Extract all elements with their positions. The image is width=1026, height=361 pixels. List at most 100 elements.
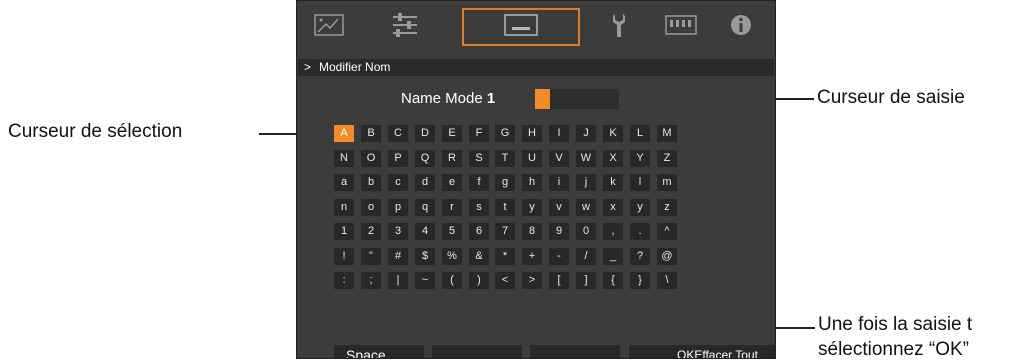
key-6-2[interactable]: | — [388, 272, 408, 289]
key-0-11[interactable]: L — [630, 125, 650, 142]
tab-picture[interactable] — [307, 8, 351, 46]
key-6-1[interactable]: ; — [361, 272, 381, 289]
key-4-7[interactable]: 8 — [522, 223, 542, 240]
key-2-10[interactable]: k — [603, 174, 623, 191]
key-2-5[interactable]: f — [469, 174, 489, 191]
key-3-3[interactable]: q — [415, 199, 435, 216]
key-5-7[interactable]: + — [522, 248, 542, 265]
key-6-3[interactable]: ~ — [415, 272, 435, 289]
key-5-12[interactable]: @ — [657, 248, 677, 265]
key-5-1[interactable]: " — [361, 248, 381, 265]
key-0-5[interactable]: F — [469, 125, 489, 142]
key-0-6[interactable]: G — [495, 125, 515, 142]
key-5-2[interactable]: # — [388, 248, 408, 265]
key-0-10[interactable]: K — [603, 125, 623, 142]
key-0-7[interactable]: H — [522, 125, 542, 142]
key-6-12[interactable]: \ — [657, 272, 677, 289]
key-2-8[interactable]: i — [549, 174, 569, 191]
key-0-12[interactable]: M — [657, 125, 677, 142]
key-4-10[interactable]: , — [603, 223, 623, 240]
tab-installation[interactable] — [602, 8, 636, 46]
key-1-0[interactable]: N — [334, 150, 354, 167]
key-2-12[interactable]: m — [657, 174, 677, 191]
key-5-8[interactable]: - — [549, 248, 569, 265]
key-0-3[interactable]: D — [415, 125, 435, 142]
key-6-6[interactable]: < — [495, 272, 515, 289]
key-1-2[interactable]: P — [388, 150, 408, 167]
key-3-1[interactable]: o — [361, 199, 381, 216]
key-5-4[interactable]: % — [442, 248, 462, 265]
key-1-9[interactable]: W — [576, 150, 596, 167]
key-2-0[interactable]: a — [334, 174, 354, 191]
key-2-11[interactable]: l — [630, 174, 650, 191]
key-2-9[interactable]: j — [576, 174, 596, 191]
key-5-5[interactable]: & — [469, 248, 489, 265]
blank-key-2[interactable] — [530, 345, 620, 358]
key-1-12[interactable]: Z — [657, 150, 677, 167]
key-3-11[interactable]: y — [630, 199, 650, 216]
key-1-10[interactable]: X — [603, 150, 623, 167]
key-2-4[interactable]: e — [442, 174, 462, 191]
key-1-11[interactable]: Y — [630, 150, 650, 167]
key-4-2[interactable]: 3 — [388, 223, 408, 240]
key-3-12[interactable]: z — [657, 199, 677, 216]
key-1-7[interactable]: U — [522, 150, 542, 167]
key-6-7[interactable]: > — [522, 272, 542, 289]
key-0-4[interactable]: E — [442, 125, 462, 142]
space-key[interactable]: Space — [334, 345, 424, 358]
key-5-10[interactable]: _ — [603, 248, 623, 265]
key-6-8[interactable]: [ — [549, 272, 569, 289]
key-6-10[interactable]: { — [603, 272, 623, 289]
key-6-4[interactable]: ( — [442, 272, 462, 289]
name-input-field[interactable] — [535, 89, 619, 109]
key-5-9[interactable]: / — [576, 248, 596, 265]
key-1-4[interactable]: R — [442, 150, 462, 167]
key-2-3[interactable]: d — [415, 174, 435, 191]
key-3-10[interactable]: x — [603, 199, 623, 216]
key-3-9[interactable]: w — [576, 199, 596, 216]
key-3-7[interactable]: y — [522, 199, 542, 216]
tab-input-signal[interactable] — [462, 8, 580, 46]
key-6-11[interactable]: } — [630, 272, 650, 289]
key-4-3[interactable]: 4 — [415, 223, 435, 240]
key-1-5[interactable]: S — [469, 150, 489, 167]
blank-key-1[interactable] — [432, 345, 522, 358]
key-5-6[interactable]: * — [495, 248, 515, 265]
key-2-1[interactable]: b — [361, 174, 381, 191]
key-4-8[interactable]: 9 — [549, 223, 569, 240]
key-0-8[interactable]: I — [549, 125, 569, 142]
key-3-0[interactable]: n — [334, 199, 354, 216]
key-4-6[interactable]: 7 — [495, 223, 515, 240]
key-1-6[interactable]: T — [495, 150, 515, 167]
key-3-5[interactable]: s — [469, 199, 489, 216]
key-0-2[interactable]: C — [388, 125, 408, 142]
key-6-5[interactable]: ) — [469, 272, 489, 289]
tab-settings[interactable] — [383, 8, 427, 46]
tab-display[interactable] — [659, 8, 703, 46]
key-3-2[interactable]: p — [388, 199, 408, 216]
key-2-2[interactable]: c — [388, 174, 408, 191]
key-0-9[interactable]: J — [576, 125, 596, 142]
key-4-4[interactable]: 5 — [442, 223, 462, 240]
key-2-6[interactable]: g — [495, 174, 515, 191]
key-5-3[interactable]: $ — [415, 248, 435, 265]
key-3-6[interactable]: t — [495, 199, 515, 216]
key-3-4[interactable]: r — [442, 199, 462, 216]
key-4-12[interactable]: ^ — [657, 223, 677, 240]
key-4-5[interactable]: 6 — [469, 223, 489, 240]
key-6-0[interactable]: : — [334, 272, 354, 289]
key-0-1[interactable]: B — [361, 125, 381, 142]
key-6-9[interactable]: ] — [576, 272, 596, 289]
key-2-7[interactable]: h — [522, 174, 542, 191]
key-0-0[interactable]: A — [334, 125, 354, 142]
key-5-11[interactable]: ? — [630, 248, 650, 265]
key-1-1[interactable]: O — [361, 150, 381, 167]
key-3-8[interactable]: v — [549, 199, 569, 216]
key-4-1[interactable]: 2 — [361, 223, 381, 240]
key-4-0[interactable]: 1 — [334, 223, 354, 240]
key-5-0[interactable]: ! — [334, 248, 354, 265]
key-4-11[interactable]: . — [630, 223, 650, 240]
tab-information[interactable] — [723, 8, 759, 46]
key-1-8[interactable]: V — [549, 150, 569, 167]
key-1-3[interactable]: Q — [415, 150, 435, 167]
